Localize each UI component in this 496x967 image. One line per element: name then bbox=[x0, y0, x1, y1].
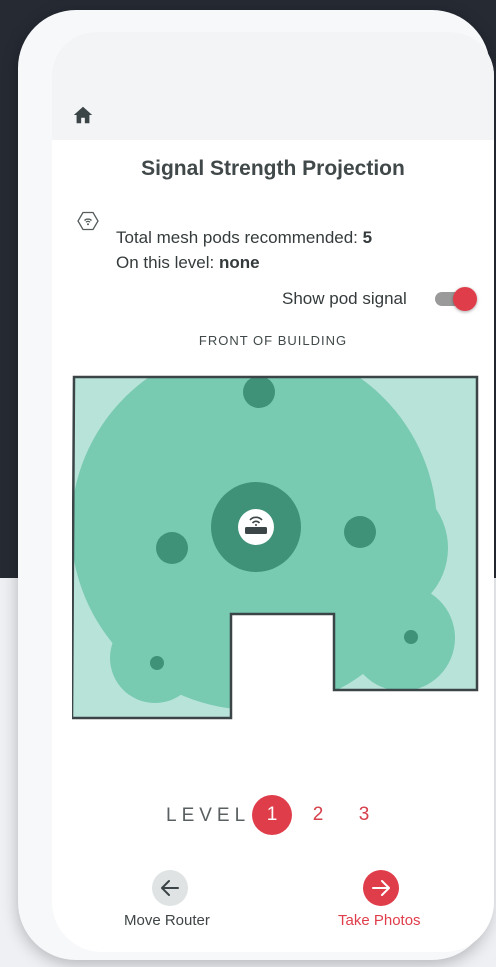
total-pods-label: Total mesh pods recommended: bbox=[116, 228, 358, 247]
take-photos-button[interactable] bbox=[363, 870, 399, 906]
arrow-right-icon bbox=[372, 880, 390, 896]
level-2-button[interactable]: 2 bbox=[298, 795, 338, 835]
top-bar bbox=[52, 32, 494, 140]
total-pods-text: Total mesh pods recommended: 5 bbox=[116, 228, 372, 248]
page-title: Signal Strength Projection bbox=[141, 157, 405, 180]
arrow-left-icon bbox=[161, 880, 179, 896]
level-pods-label: On this level: bbox=[116, 253, 215, 272]
level-3-button[interactable]: 3 bbox=[344, 795, 384, 835]
pod-signal-label: Show pod signal bbox=[282, 289, 407, 308]
phone-frame: Signal Strength Projection Total mesh po… bbox=[18, 10, 494, 960]
front-of-building-label: FRONT OF BUILDING bbox=[198, 333, 348, 348]
toggle-knob bbox=[453, 287, 477, 311]
level-pods-text: On this level: none bbox=[116, 253, 260, 273]
app-screen: Signal Strength Projection Total mesh po… bbox=[52, 32, 494, 952]
pod-signal-toggle[interactable] bbox=[433, 286, 477, 312]
home-icon[interactable] bbox=[72, 104, 94, 126]
wifi-pod-icon bbox=[77, 211, 99, 231]
move-router-button[interactable] bbox=[152, 870, 188, 906]
level-label: LEVEL bbox=[166, 805, 251, 826]
level-pods-value: none bbox=[219, 253, 260, 272]
router-icon[interactable] bbox=[238, 509, 274, 545]
move-router-label[interactable]: Move Router bbox=[124, 912, 210, 929]
floor-plan bbox=[72, 375, 479, 720]
take-photos-label[interactable]: Take Photos bbox=[338, 912, 421, 929]
total-pods-value: 5 bbox=[362, 228, 373, 247]
level-1-button[interactable]: 1 bbox=[252, 795, 292, 835]
